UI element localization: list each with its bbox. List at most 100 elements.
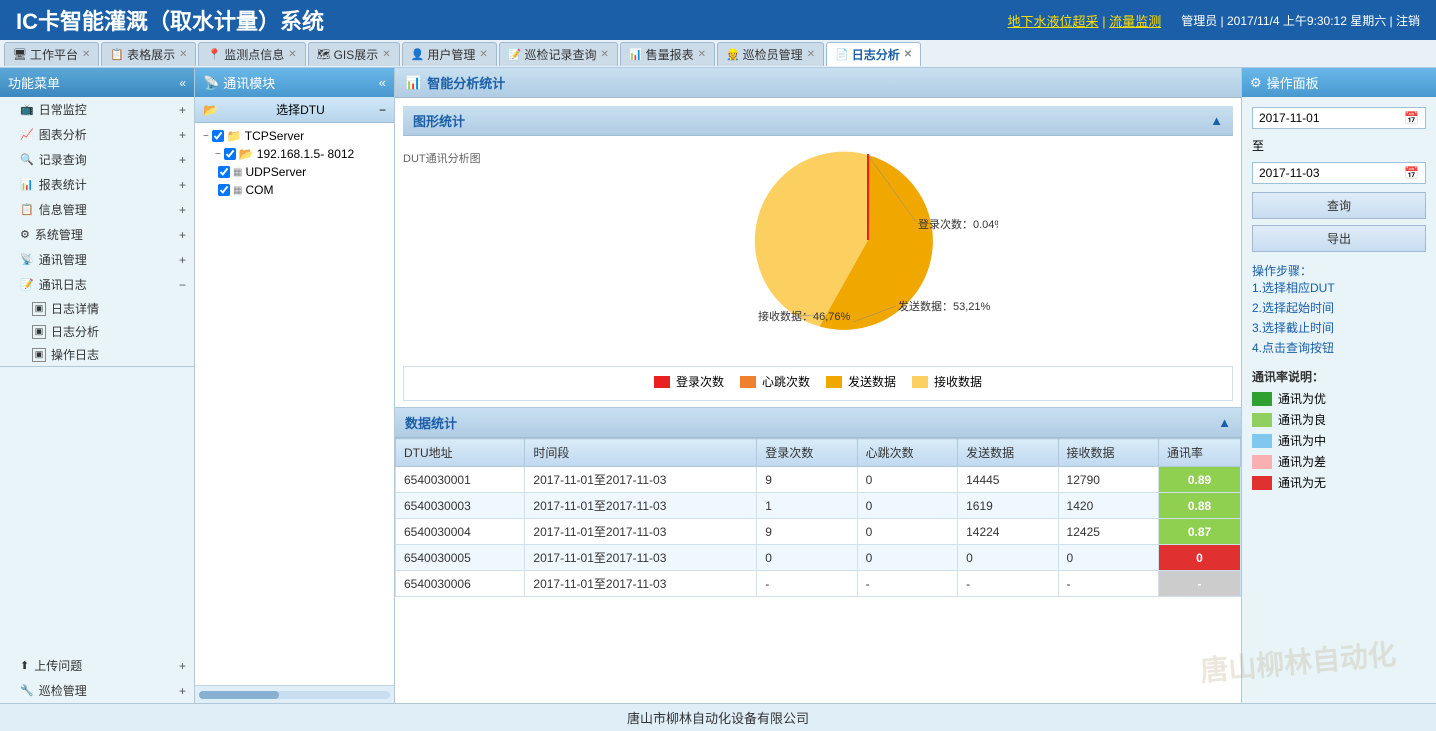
sidebar-label: 报表统计 <box>39 176 87 193</box>
sidebar-item-patrol[interactable]: 🔧 巡检管理 + <box>0 678 194 703</box>
sidebar-toggle[interactable]: + <box>179 103 186 117</box>
sidebar-collapse-btn[interactable]: « <box>179 76 186 90</box>
tree-check-udp[interactable] <box>218 166 230 178</box>
scrollbar-track <box>199 691 390 699</box>
export-button[interactable]: 导出 <box>1252 225 1426 252</box>
sidebar-item-报表统计[interactable]: 📊 报表统计 + <box>0 172 194 197</box>
table-row: 6540030004 2017-11-01至2017-11-03 9 0 142… <box>396 519 1241 545</box>
tab-GIS展示[interactable]: 🗺GIS展示✕ <box>308 42 400 66</box>
tab-close[interactable]: ✕ <box>807 49 815 60</box>
legend-none-color <box>1252 476 1272 490</box>
tab-close[interactable]: ✕ <box>179 49 187 60</box>
tab-close[interactable]: ✕ <box>82 49 90 60</box>
tab-表格展示[interactable]: 📋表格展示✕ <box>101 42 196 66</box>
tab-icon: 📊 <box>629 48 643 61</box>
sidebar-item-记录查询[interactable]: 🔍记录查询+ <box>0 147 194 172</box>
dtu-collapse-btn[interactable]: « <box>379 75 386 90</box>
scrollbar-thumb[interactable] <box>199 691 279 699</box>
tab-巡检员管理[interactable]: 👷巡检员管理✕ <box>717 42 824 66</box>
sidebar-header[interactable]: 功能菜单 « <box>0 68 194 97</box>
tree-check-tcp[interactable] <box>212 130 224 142</box>
sidebar-toggle[interactable]: + <box>179 203 186 217</box>
ops-steps-title: 操作步骤： <box>1252 262 1426 279</box>
tree-item-ip[interactable]: − 📂 192.168.1.5- 8012 <box>199 145 390 163</box>
sidebar-toggle[interactable]: + <box>179 253 186 267</box>
tree-expand-ip[interactable]: − <box>215 149 221 160</box>
tab-close[interactable]: ✕ <box>479 49 487 60</box>
nav-link-water[interactable]: 地下水液位超采 <box>1008 14 1099 29</box>
sidebar-label: 图表分析 <box>39 126 87 143</box>
sidebar-icon: 📊 <box>20 178 34 191</box>
ops-step-2[interactable]: 2.选择起始时间 <box>1252 299 1426 316</box>
submenu-item-操作日志[interactable]: ▣操作日志 <box>0 343 194 366</box>
ops-start-date-input[interactable]: 2017-11-01 📅 <box>1252 107 1426 129</box>
cell-heartbeat: 0 <box>857 519 957 545</box>
scroll-area[interactable] <box>195 685 394 703</box>
cell-send: 14224 <box>958 519 1058 545</box>
submenu-item-日志详情[interactable]: ▣日志详情 <box>0 297 194 320</box>
tree-item-tcpserver[interactable]: − 📁 TCPServer <box>199 127 390 145</box>
tab-用户管理[interactable]: 👤用户管理✕ <box>402 42 497 66</box>
legend-item-none: 通讯为无 <box>1252 474 1426 491</box>
sidebar-main-section: 功能菜单 « 📺日常监控+📈图表分析+🔍记录查询+📊报表统计+📋信息管理+⚙系统… <box>0 68 194 367</box>
sidebar-toggle[interactable]: + <box>179 128 186 142</box>
query-button[interactable]: 查询 <box>1252 192 1426 219</box>
calendar-icon-end[interactable]: 📅 <box>1404 166 1419 180</box>
sidebar-item-upload[interactable]: ⬆ 上传问题 + <box>0 653 194 678</box>
sidebar-toggle[interactable]: + <box>179 228 186 242</box>
submenu-label: 操作日志 <box>51 346 99 363</box>
sidebar-toggle[interactable]: + <box>179 153 186 167</box>
sidebar-item-系统管理[interactable]: ⚙系统管理+ <box>0 222 194 247</box>
tab-监测点信息[interactable]: 📍监测点信息✕ <box>198 42 305 66</box>
sidebar-item-通讯管理[interactable]: 📡通讯管理+ <box>0 247 194 272</box>
cell-rate: - <box>1159 571 1241 597</box>
tree-check-ip[interactable] <box>224 148 236 160</box>
tab-工作平台[interactable]: 🖥工作平台✕ <box>4 42 99 66</box>
chart-legend: 登录次数 心跳次数 发送数据 接收数据 <box>403 366 1233 401</box>
legend-medium-color <box>1252 434 1272 448</box>
cell-rate: 0.87 <box>1159 519 1241 545</box>
legend-item-medium: 通讯为中 <box>1252 432 1426 449</box>
tab-巡检记录查询[interactable]: 📝巡检记录查询✕ <box>499 42 618 66</box>
sidebar-expand-patrol[interactable]: + <box>179 684 186 698</box>
ops-step-3[interactable]: 3.选择截止时间 <box>1252 319 1426 336</box>
content-area: 📡 通讯模块 « 📂 选择DTU − − 📁 TCPServer − <box>195 68 1436 703</box>
calendar-icon-start[interactable]: 📅 <box>1404 111 1419 125</box>
cell-heartbeat: 0 <box>857 545 957 571</box>
legend-recv: 接收数据 <box>912 373 982 390</box>
ops-end-date-input[interactable]: 2017-11-03 📅 <box>1252 162 1426 184</box>
sidebar-item-图表分析[interactable]: 📈图表分析+ <box>0 122 194 147</box>
table-wrapper[interactable]: DTU地址 时间段 登录次数 心跳次数 发送数据 接收数据 通讯率 654003… <box>395 438 1241 703</box>
data-collapse-btn[interactable]: ▲ <box>1218 415 1231 430</box>
dtu-expand-icon[interactable]: − <box>379 103 386 117</box>
col-heartbeat: 心跳次数 <box>857 439 957 467</box>
sidebar-toggle[interactable]: + <box>179 178 186 192</box>
tab-close[interactable]: ✕ <box>382 49 390 60</box>
tab-close[interactable]: ✕ <box>288 49 296 60</box>
tab-close[interactable]: ✕ <box>904 49 912 60</box>
sidebar-item-通讯日志[interactable]: 📝通讯日志− <box>0 272 194 297</box>
tree-item-udp[interactable]: ▦ UDPServer <box>199 163 390 181</box>
cell-recv: 1420 <box>1058 493 1158 519</box>
main-section-title: 智能分析统计 <box>427 73 505 92</box>
legend-color-send <box>826 376 842 388</box>
tab-售量报表[interactable]: 📊售量报表✕ <box>620 42 715 66</box>
tree-check-com[interactable] <box>218 184 230 196</box>
submenu-item-日志分析[interactable]: ▣日志分析 <box>0 320 194 343</box>
tab-close[interactable]: ✕ <box>600 49 608 60</box>
tab-close[interactable]: ✕ <box>698 49 706 60</box>
tree-expand-tcp[interactable]: − <box>203 131 209 142</box>
tab-日志分析[interactable]: 📄日志分析✕ <box>826 42 921 66</box>
sidebar-item-信息管理[interactable]: 📋信息管理+ <box>0 197 194 222</box>
nav-link-flow[interactable]: 流量监测 <box>1109 14 1161 29</box>
sidebar-item-日常监控[interactable]: 📺日常监控+ <box>0 97 194 122</box>
table-row: 6540030006 2017-11-01至2017-11-03 - - - -… <box>396 571 1241 597</box>
legend-none-label: 通讯为无 <box>1278 474 1326 491</box>
sidebar-expand-upload[interactable]: + <box>179 659 186 673</box>
sidebar-toggle[interactable]: − <box>179 278 186 292</box>
ops-step-4[interactable]: 4.点击查询按钮 <box>1252 339 1426 356</box>
legend-excellent-label: 通讯为优 <box>1278 390 1326 407</box>
tree-item-com[interactable]: ▦ COM <box>199 181 390 199</box>
ops-step-1[interactable]: 1.选择相应DUT <box>1252 279 1426 296</box>
chart-collapse-btn[interactable]: ▲ <box>1210 113 1223 128</box>
